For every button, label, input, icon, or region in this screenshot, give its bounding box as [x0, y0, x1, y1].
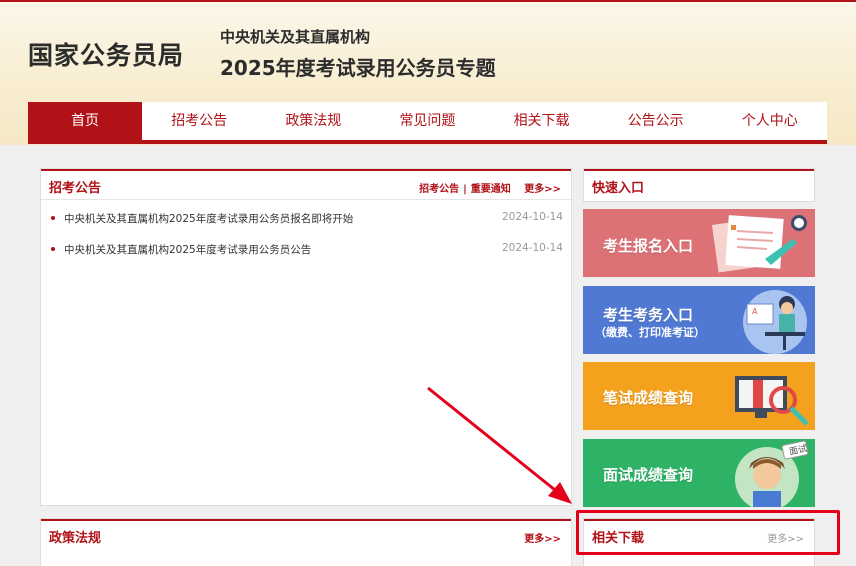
quick-entry-panel: 快速入口	[583, 168, 815, 202]
exam-paper-icon	[711, 215, 807, 273]
nav-item-home[interactable]: 首页	[28, 102, 143, 140]
policy-title: 政策法规	[49, 531, 102, 546]
news-item-date: 2024-10-14	[501, 242, 563, 254]
notices-link-important[interactable]: 重要通知	[471, 184, 511, 195]
nav-item-announcements[interactable]: 公告公示	[599, 102, 713, 140]
news-item-date: 2024-10-14	[501, 211, 563, 223]
notices-links: 招考公告 | 重要通知 更多>>	[419, 180, 561, 195]
interview-score-label: 面试成绩查询	[603, 466, 694, 484]
nav-item-downloads[interactable]: 相关下载	[485, 102, 599, 140]
header-subtitle-2: 2025年度考试录用公务员专题	[220, 56, 496, 80]
quick-entry-interview-score[interactable]: 面试成绩查询 面试	[583, 439, 815, 507]
notices-title: 招考公告	[49, 181, 102, 196]
nav-item-personal-center[interactable]: 个人中心	[713, 102, 827, 140]
written-score-label: 笔试成绩查询	[603, 389, 694, 407]
policy-more-link[interactable]: 更多>>	[524, 534, 561, 545]
news-item[interactable]: 中央机关及其直属机构2025年度考试录用公务员公告 2024-10-14	[51, 242, 563, 257]
quick-entry-title: 快速入口	[592, 181, 645, 196]
monitor-magnifier-icon	[735, 376, 809, 426]
news-item-text[interactable]: 中央机关及其直属机构2025年度考试录用公务员报名即将开始	[64, 213, 353, 225]
policy-panel: 政策法规 更多>>	[40, 518, 572, 566]
panel-head-divider	[41, 199, 571, 200]
panel-top-border	[41, 169, 571, 171]
notices-link-recruit[interactable]: 招考公告	[419, 184, 459, 195]
header-top-line	[0, 0, 856, 2]
panel-top-border	[584, 169, 814, 171]
nav-item-faq[interactable]: 常见问题	[370, 102, 484, 140]
nav-item-policy[interactable]: 政策法规	[256, 102, 370, 140]
quick-entry-register[interactable]: 考生报名入口	[583, 209, 815, 277]
exam-affairs-label: 考生考务入口	[603, 306, 694, 324]
annotation-highlight-box	[576, 510, 840, 555]
news-item[interactable]: 中央机关及其直属机构2025年度考试录用公务员报名即将开始 2024-10-14	[51, 211, 563, 226]
link-separator: |	[463, 184, 467, 195]
annotation-arrow-icon	[427, 386, 572, 504]
notices-more-link[interactable]: 更多>>	[524, 184, 561, 195]
header-subtitle-1: 中央机关及其直属机构	[220, 28, 371, 46]
exam-affairs-sublabel: （缴费、打印准考证）	[595, 326, 705, 339]
org-logo-text[interactable]: 国家公务员局	[28, 36, 184, 72]
bullet-icon	[51, 216, 55, 220]
policy-links: 更多>>	[524, 530, 561, 545]
nav-item-notices[interactable]: 招考公告	[142, 102, 256, 140]
register-label: 考生报名入口	[603, 237, 694, 255]
news-item-text[interactable]: 中央机关及其直属机构2025年度考试录用公务员公告	[64, 244, 311, 256]
quick-entry-written-score[interactable]: 笔试成绩查询	[583, 362, 815, 430]
quick-entry-exam-affairs[interactable]: 考生考务入口 （缴费、打印准考证） A	[583, 286, 815, 354]
bullet-icon	[51, 247, 55, 251]
svg-text:A: A	[752, 307, 758, 316]
student-desk-icon: A	[743, 290, 807, 354]
main-nav: 首页 招考公告 政策法规 常见问题 相关下载 公告公示 个人中心	[28, 102, 827, 144]
